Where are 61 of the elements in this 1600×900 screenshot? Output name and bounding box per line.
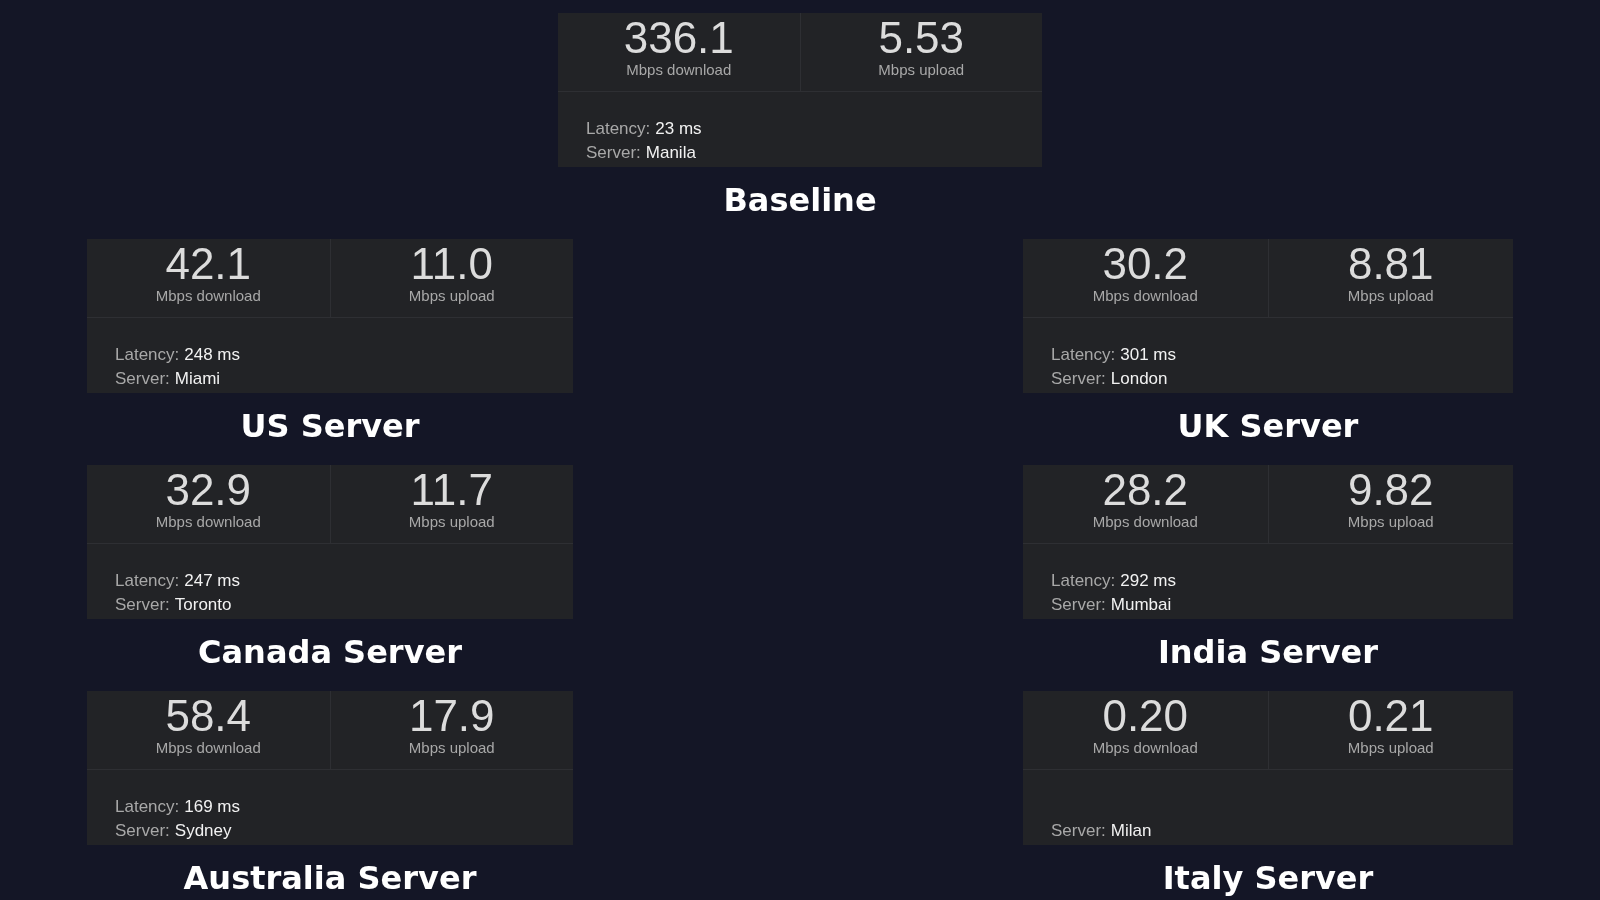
result-title: US Server [239,406,421,447]
download-unit: Mbps download [626,61,732,78]
download-unit: Mbps download [155,287,261,304]
upload-speed: 8.81 [1347,241,1434,287]
server-value: Sydney [174,821,232,841]
latency-value: 248 ms [184,345,240,365]
upload-unit: Mbps upload [408,739,495,756]
latency-value: 23 ms [655,119,702,139]
server-value: Toronto [174,595,232,615]
download-speed: 28.2 [1102,467,1189,513]
server-label: Server: [1051,821,1106,841]
download-unit: Mbps download [155,513,261,530]
upload-unit: Mbps upload [408,513,495,530]
download-speed: 32.9 [165,467,252,513]
result-title: Italy Server [1161,858,1375,899]
download-unit: Mbps download [1092,513,1198,530]
upload-unit: Mbps upload [408,287,495,304]
result-title: Canada Server [197,632,463,673]
upload-unit: Mbps upload [1347,287,1434,304]
server-label: Server: [115,369,170,389]
upload-speed: 9.82 [1347,467,1434,513]
result-title: Baseline [722,180,878,221]
download-speed: 58.4 [165,693,252,739]
latency-label: Latency: [1051,571,1116,591]
download-speed: 0.20 [1102,693,1189,739]
server-label: Server: [1051,369,1106,389]
server-label: Server: [115,821,170,841]
result-title: India Server [1156,632,1380,673]
upload-speed: 17.9 [408,693,495,739]
result-title: Australia Server [182,858,478,899]
server-label: Server: [115,595,170,615]
result-title: UK Server [1176,406,1360,447]
download-unit: Mbps download [1092,287,1198,304]
upload-unit: Mbps upload [1347,513,1434,530]
upload-unit: Mbps upload [878,61,965,78]
download-speed: 336.1 [623,15,734,61]
server-value: Mumbai [1110,595,1172,615]
download-unit: Mbps download [155,739,261,756]
upload-unit: Mbps upload [1347,739,1434,756]
upload-speed: 11.0 [410,241,493,287]
server-value: Manila [645,143,696,163]
latency-label: Latency: [1051,345,1116,365]
latency-value: 301 ms [1120,345,1176,365]
latency-value: 169 ms [184,797,240,817]
server-label: Server: [1051,595,1106,615]
latency-value: 247 ms [184,571,240,591]
download-unit: Mbps download [1092,739,1198,756]
download-speed: 42.1 [165,241,252,287]
download-speed: 30.2 [1102,241,1189,287]
latency-label: Latency: [115,571,180,591]
latency-label: Latency: [115,345,180,365]
server-value: Milan [1110,821,1152,841]
server-value: London [1110,369,1168,389]
server-label: Server: [586,143,641,163]
upload-speed: 5.53 [878,15,965,61]
upload-speed: 11.7 [410,467,493,513]
upload-speed: 0.21 [1347,693,1434,739]
server-value: Miami [174,369,221,389]
latency-value: 292 ms [1120,571,1176,591]
latency-label: Latency: [115,797,180,817]
latency-label: Latency: [586,119,651,139]
